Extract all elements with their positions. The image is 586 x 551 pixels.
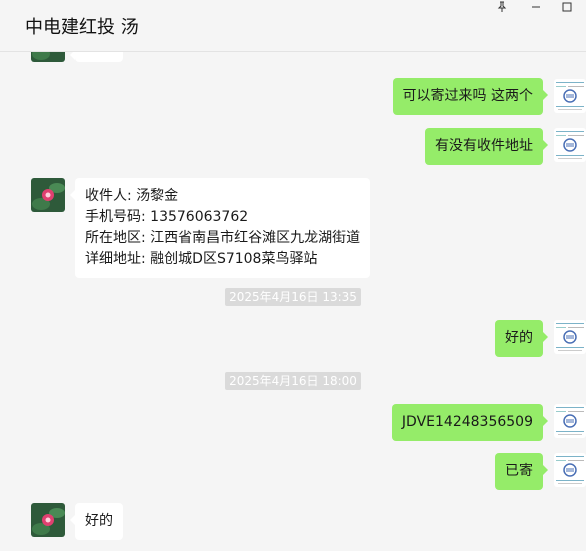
message-text: JDVE14248356509 xyxy=(401,414,533,430)
chat-title: 中电建红投 汤 xyxy=(25,17,139,38)
message-bubble[interactable]: 收件人: 汤黎金 手机号码: 13576063762 所在地区: 江西省南昌市红… xyxy=(69,178,371,278)
timestamp-text: 2025年4月16日 18:00 xyxy=(225,372,361,390)
timestamp: 2025年4月16日 18:00 xyxy=(0,372,586,390)
message-bubble[interactable]: JDVE14248356509 xyxy=(391,404,549,441)
address-line: 详细地址: 融创城D区S7108菜鸟驿站 xyxy=(85,251,318,267)
avatar[interactable] xyxy=(554,79,586,113)
address-line: 所在地区: 江西省南昌市红谷滩区九龙湖街道 xyxy=(85,230,361,246)
message-bubble[interactable]: 可以寄过来吗 这两个 xyxy=(392,78,549,115)
message-text: 好的 xyxy=(85,513,113,529)
message-text: 已寄 xyxy=(505,463,533,479)
timestamp: 2025年4月16日 13:35 xyxy=(0,288,586,306)
message-text: 有没有收件地址 xyxy=(435,138,533,154)
message-bubble[interactable] xyxy=(70,52,123,62)
address-line: 手机号码: 13576063762 xyxy=(85,209,249,225)
avatar[interactable] xyxy=(31,178,65,212)
title-bar: 中电建红投 汤 xyxy=(0,0,586,52)
message-bubble[interactable]: 好的 xyxy=(70,503,123,540)
pin-icon[interactable] xyxy=(488,0,516,14)
avatar[interactable] xyxy=(554,128,586,162)
message-bubble[interactable]: 好的 xyxy=(495,320,548,357)
minimize-icon[interactable] xyxy=(522,0,550,14)
message-bubble[interactable]: 已寄 xyxy=(495,453,548,490)
avatar[interactable] xyxy=(554,404,586,438)
timestamp-text: 2025年4月16日 13:35 xyxy=(225,288,361,306)
maximize-icon[interactable] xyxy=(553,0,581,14)
avatar[interactable] xyxy=(554,320,586,354)
address-line: 收件人: 汤黎金 xyxy=(85,188,179,204)
chat-area[interactable]: 可以寄过来吗 这两个 有没有收件地址 收件人: 汤黎金 手机号码: 135760… xyxy=(0,52,586,551)
avatar[interactable] xyxy=(31,503,65,537)
message-text: 好的 xyxy=(505,330,533,346)
message-bubble[interactable]: 有没有收件地址 xyxy=(425,128,548,165)
message-text: 可以寄过来吗 这两个 xyxy=(402,88,533,104)
avatar[interactable] xyxy=(554,453,586,487)
avatar[interactable] xyxy=(31,52,65,62)
